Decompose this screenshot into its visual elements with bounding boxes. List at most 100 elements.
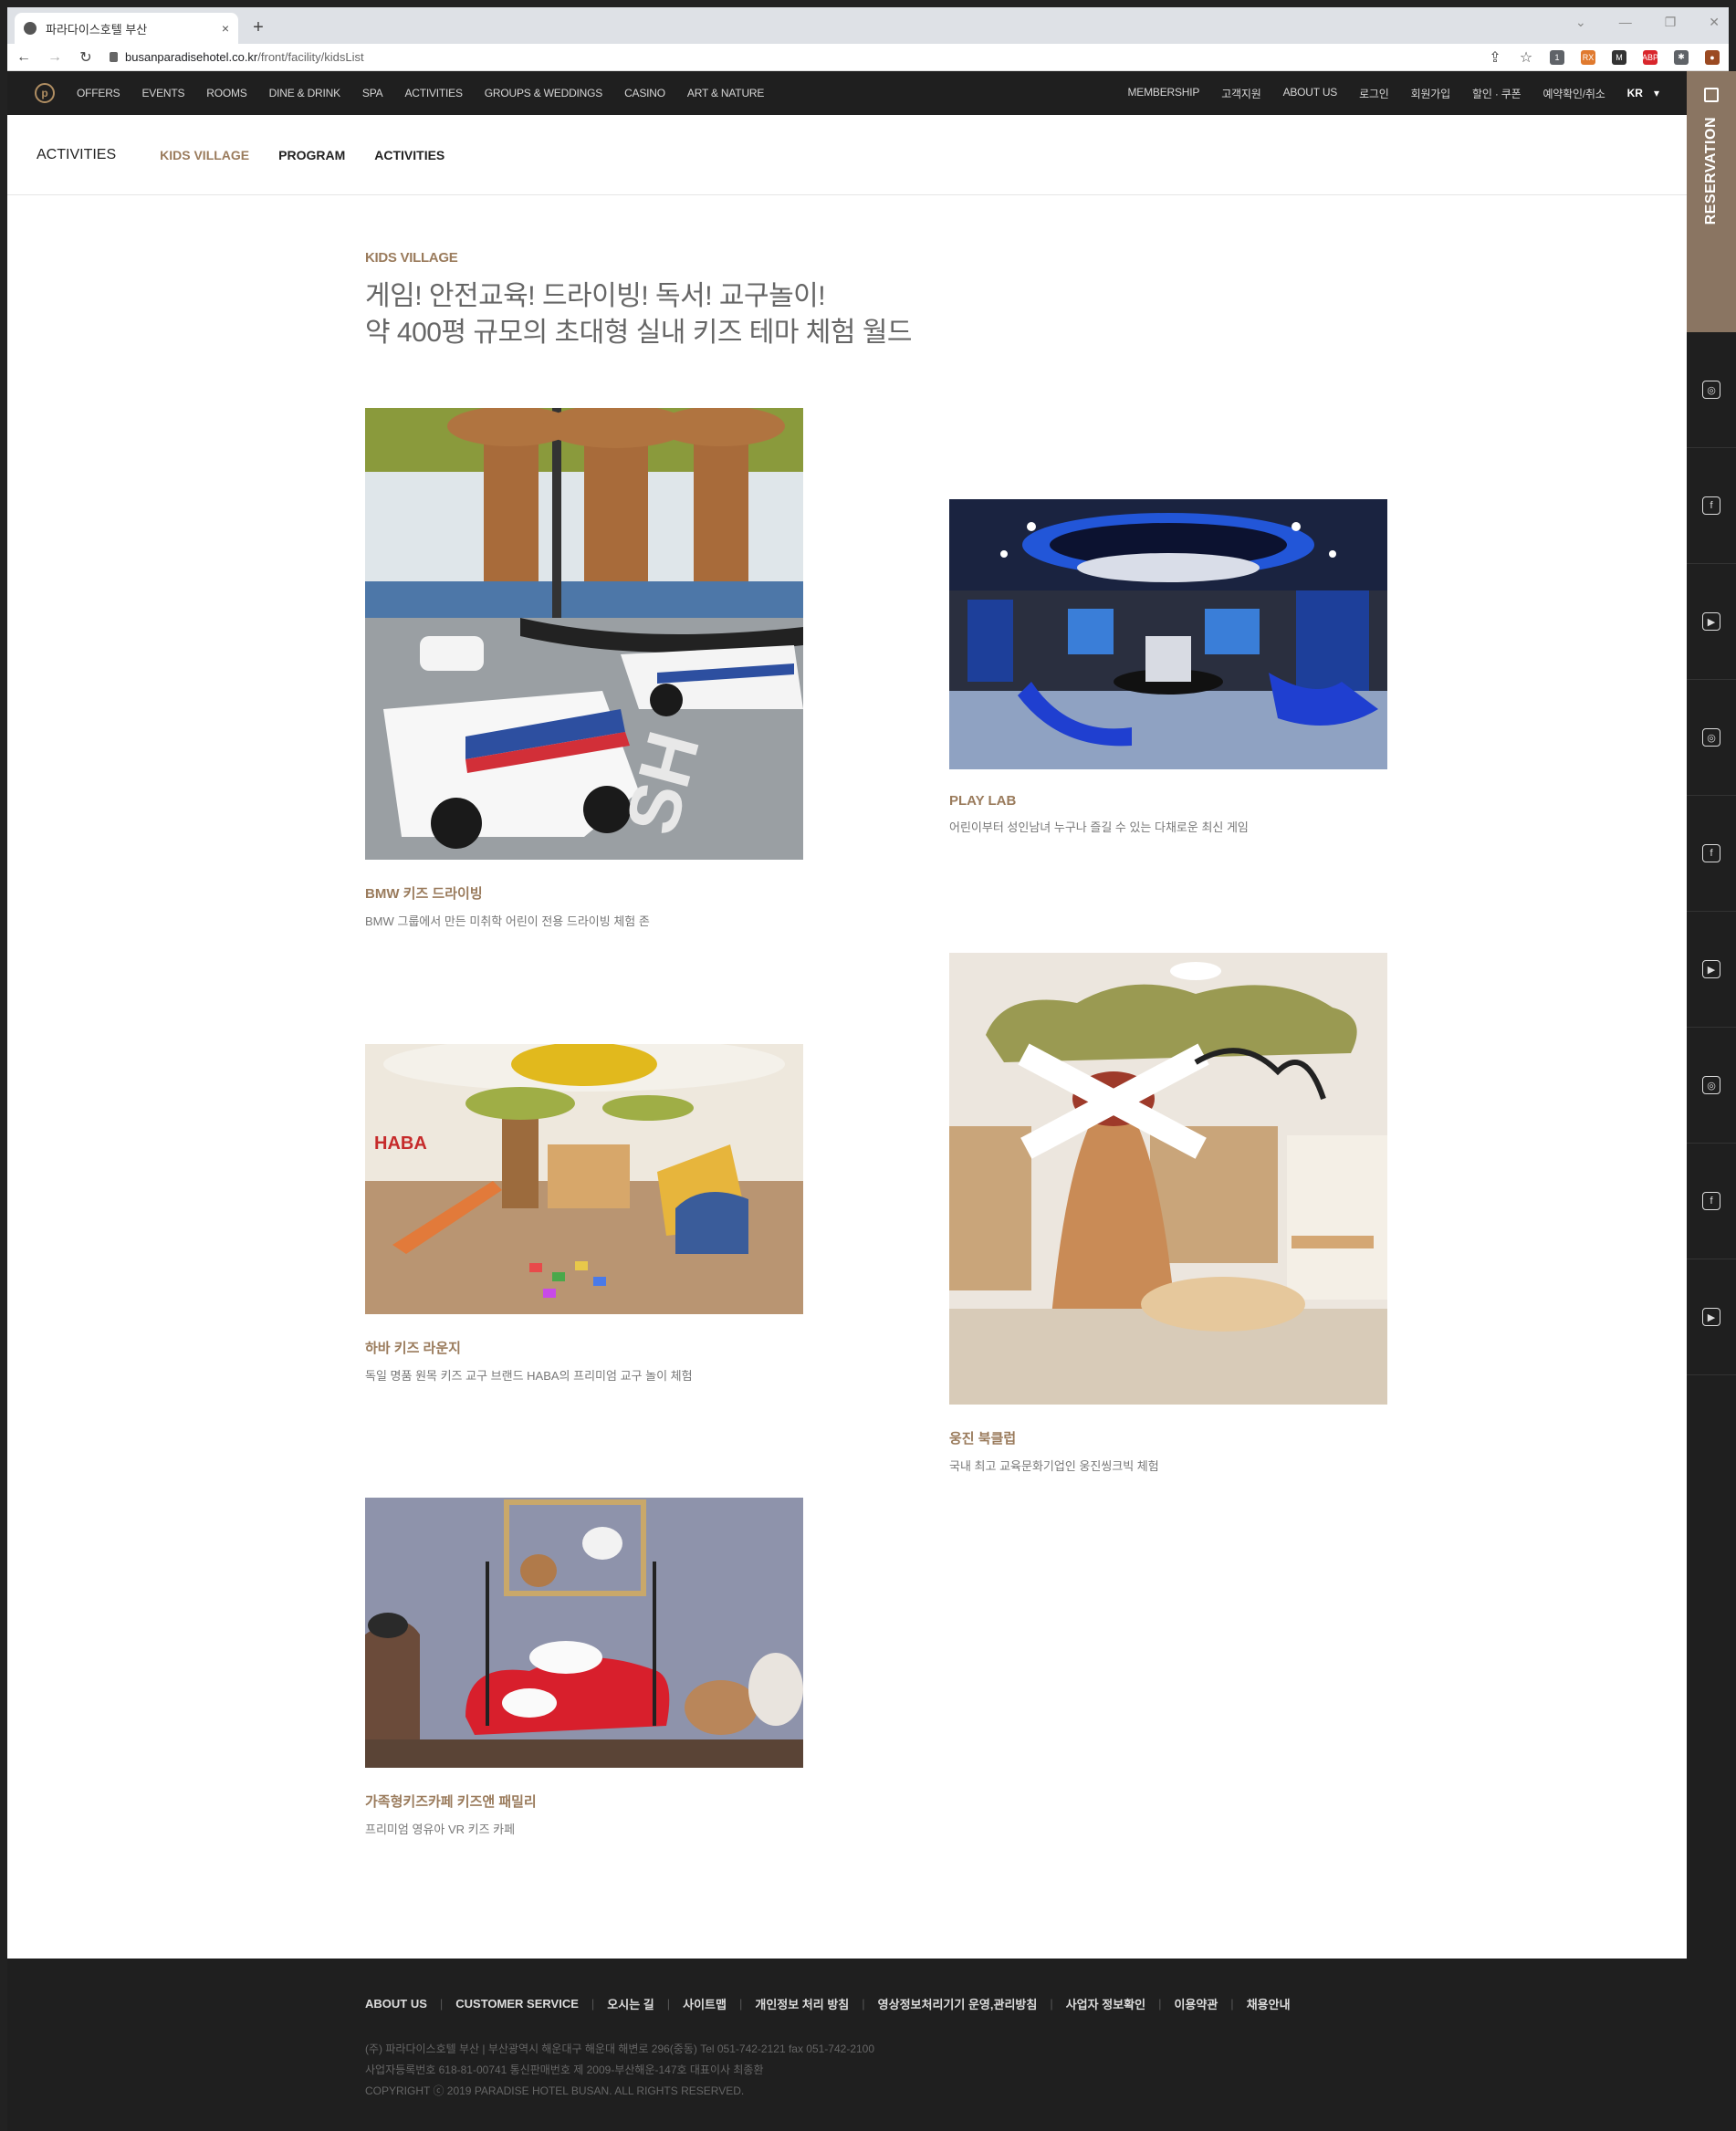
new-tab-button[interactable]: + xyxy=(246,15,271,40)
main-menu-item[interactable]: ROOMS xyxy=(206,87,247,99)
card-title[interactable]: 웅진 북클럽 xyxy=(949,1428,1387,1447)
facebook-icon: f xyxy=(1702,844,1720,862)
subnav-item-kids-village[interactable]: KIDS VILLAGE xyxy=(160,148,249,162)
social-link[interactable]: ▶ xyxy=(1687,912,1736,1028)
card-play-lab[interactable]: PLAY LAB 어린이부터 성인남녀 누구나 즐길 수 있는 다채로운 최신 … xyxy=(949,499,1387,835)
footer-link[interactable]: 채용안내 xyxy=(1247,1995,1291,2012)
footer-link[interactable]: CUSTOMER SERVICE xyxy=(455,1997,579,2011)
url-host: busanparadisehotel.co.kr xyxy=(125,50,258,64)
tab-search-button[interactable]: ⌄ xyxy=(1575,15,1586,30)
chevron-down-icon: ▾ xyxy=(1653,87,1659,99)
tab-bar: 파라다이스호텔 부산 × + ⌄ — ❐ ✕ xyxy=(7,7,1729,44)
main-menu-item[interactable]: DINE & DRINK xyxy=(269,87,340,99)
social-link[interactable]: ▶ xyxy=(1687,564,1736,680)
reservation-button[interactable]: RESERVATION xyxy=(1687,71,1736,332)
footer-separator: | xyxy=(738,1997,743,2011)
card-description: 프리미엄 영유아 VR 키즈 카페 xyxy=(365,1823,516,1836)
social-link[interactable]: f xyxy=(1687,1144,1736,1259)
footer-link[interactable]: ABOUT US xyxy=(365,1997,427,2011)
restore-button[interactable]: ❐ xyxy=(1665,15,1677,30)
url-path: /front/facility/kidsList xyxy=(257,50,364,64)
bookmark-star-icon[interactable]: ☆ xyxy=(1519,48,1533,67)
subnav-item-program[interactable]: PROGRAM xyxy=(278,148,345,162)
footer-separator: | xyxy=(1050,1997,1053,2011)
footer-separator: | xyxy=(1230,1997,1234,2011)
forward-icon[interactable]: → xyxy=(47,49,62,66)
utility-menu-item[interactable]: 로그인 xyxy=(1359,86,1389,101)
main-menu-item[interactable]: GROUPS & WEDDINGS xyxy=(485,87,602,99)
bmw-driving-photo[interactable]: SH xyxy=(365,408,803,860)
kids-family-cafe-photo[interactable] xyxy=(365,1498,803,1768)
minimize-button[interactable]: — xyxy=(1619,15,1632,30)
extension-icon[interactable]: M xyxy=(1612,49,1626,65)
social-link[interactable]: f xyxy=(1687,448,1736,564)
footer-links: ABOUT US | CUSTOMER SERVICE | 오시는 길 | 사이트맵 | 개인정… xyxy=(365,1995,1291,2012)
site-footer: ABOUT US | CUSTOMER SERVICE | 오시는 길 | 사이트맵 | 개인정… xyxy=(7,1959,1687,2131)
social-link[interactable]: ◎ xyxy=(1687,1028,1736,1144)
utility-menu-item[interactable]: 회원가입 xyxy=(1411,86,1451,101)
language-select[interactable]: KR ▾ xyxy=(1627,87,1659,99)
extension-icon[interactable]: RX xyxy=(1581,49,1595,65)
footer-link[interactable]: 영상정보처리기기 운영,관리방침 xyxy=(878,1995,1038,2012)
reload-icon[interactable]: ↻ xyxy=(78,48,93,67)
language-label: KR xyxy=(1626,87,1643,99)
utility-menu-item[interactable]: MEMBERSHIP xyxy=(1128,86,1200,101)
card-description: 국내 최고 교육문화기업인 웅진씽크빅 체험 xyxy=(949,1459,1159,1473)
card-haba-kids-lounge[interactable]: HABA 하바 키즈 라운지 독일 명품 원목 키즈 교구 브랜드 HABA의 … xyxy=(365,1044,803,1384)
card-description: BMW 그룹에서 만든 미취학 어린이 전용 드라이빙 체험 존 xyxy=(365,914,650,928)
social-link[interactable]: f xyxy=(1687,796,1736,912)
share-icon[interactable]: ⇪ xyxy=(1488,48,1502,67)
main-menu-item[interactable]: CASINO xyxy=(624,87,665,99)
extension-icon[interactable]: ● xyxy=(1705,49,1720,65)
card-bmw-kids-driving[interactable]: SH BMW 키즈 드라이빙 BMW 그룹에서 만든 미취학 어린이 전용 드라… xyxy=(365,408,803,929)
paradise-logo[interactable]: p xyxy=(35,83,55,103)
browser-tab[interactable]: 파라다이스호텔 부산 × xyxy=(15,13,238,44)
youtube-icon: ▶ xyxy=(1702,612,1720,631)
card-kids-and-family[interactable]: 가족형키즈카페 키즈앤 패밀리 프리미엄 영유아 VR 키즈 카페 xyxy=(365,1498,803,1837)
footer-link[interactable]: 사이트맵 xyxy=(683,1995,727,2012)
top-navigation: p OFFERS EVENTS ROOMS DINE & DRINK SPA ACTIVI… xyxy=(7,71,1687,115)
social-link[interactable]: ◎ xyxy=(1687,680,1736,796)
main-menu-item[interactable]: EVENTS xyxy=(141,87,184,99)
extension-icon[interactable]: 1 xyxy=(1550,49,1564,65)
utility-menu-item[interactable]: ABOUT US xyxy=(1283,86,1338,101)
card-title[interactable]: BMW 키즈 드라이빙 xyxy=(365,883,803,903)
utility-menu-item[interactable]: 고객지원 xyxy=(1221,86,1261,101)
footer-link[interactable]: 이용약관 xyxy=(1174,1995,1218,2012)
social-link[interactable]: ▶ xyxy=(1687,1259,1736,1375)
main-menu-item[interactable]: SPA xyxy=(362,87,383,99)
tab-title: 파라다이스호텔 부산 xyxy=(46,22,148,37)
main-menu-item[interactable]: OFFERS xyxy=(77,87,120,99)
close-window-button[interactable]: ✕ xyxy=(1709,15,1720,30)
main-content: KIDS VILLAGE 게임! 안전교육! 드라이빙! 독서! 교구놀이! 약… xyxy=(365,250,1460,351)
card-title[interactable]: 가족형키즈카페 키즈앤 패밀리 xyxy=(365,1792,803,1811)
instagram-icon: ◎ xyxy=(1702,1076,1720,1094)
footer-link[interactable]: 개인정보 처리 방침 xyxy=(755,1995,849,2012)
card-title[interactable]: 하바 키즈 라운지 xyxy=(365,1338,803,1357)
card-title[interactable]: PLAY LAB xyxy=(949,793,1387,809)
headline-line-1: 게임! 안전교육! 드라이빙! 독서! 교구놀이! xyxy=(365,281,826,311)
facebook-icon: f xyxy=(1702,496,1720,515)
subnav-item-activities[interactable]: ACTIVITIES xyxy=(374,148,444,162)
tab-close-icon[interactable]: × xyxy=(222,21,229,36)
right-sidebar: RESERVATION ◎ f ▶ ◎ f ▶ ◎ f ▶ xyxy=(1687,71,1736,2131)
main-menu-item[interactable]: ART & NATURE xyxy=(687,87,764,99)
footer-link[interactable]: 사업자 정보확인 xyxy=(1066,1995,1145,2012)
card-woongjin-bookclub[interactable]: 웅진 북클럽 국내 최고 교육문화기업인 웅진씽크빅 체험 xyxy=(949,953,1387,1474)
address-bar: ← → ↻ busanparadisehotel.co.kr/front/fac… xyxy=(7,44,1729,71)
footer-separator: | xyxy=(439,1997,444,2011)
social-link[interactable]: ◎ xyxy=(1687,332,1736,448)
woongjin-bookclub-photo[interactable] xyxy=(949,953,1387,1405)
extensions-toolbar: 1 RX M ABP ✱ ● xyxy=(1550,49,1720,65)
back-icon[interactable]: ← xyxy=(16,49,31,66)
main-menu-item[interactable]: ACTIVITIES xyxy=(404,87,463,99)
play-lab-photo[interactable] xyxy=(949,499,1387,769)
haba-lounge-photo[interactable]: HABA xyxy=(365,1044,803,1314)
lock-icon xyxy=(110,52,118,62)
utility-menu-item[interactable]: 예약확인/취소 xyxy=(1543,86,1605,101)
extension-icon[interactable]: ✱ xyxy=(1674,49,1689,65)
url-field[interactable]: busanparadisehotel.co.kr/front/facility/… xyxy=(110,50,1471,64)
footer-link[interactable]: 오시는 길 xyxy=(607,1995,654,2012)
extension-icon[interactable]: ABP xyxy=(1642,49,1658,65)
utility-menu-item[interactable]: 할인 · 쿠폰 xyxy=(1472,86,1522,101)
